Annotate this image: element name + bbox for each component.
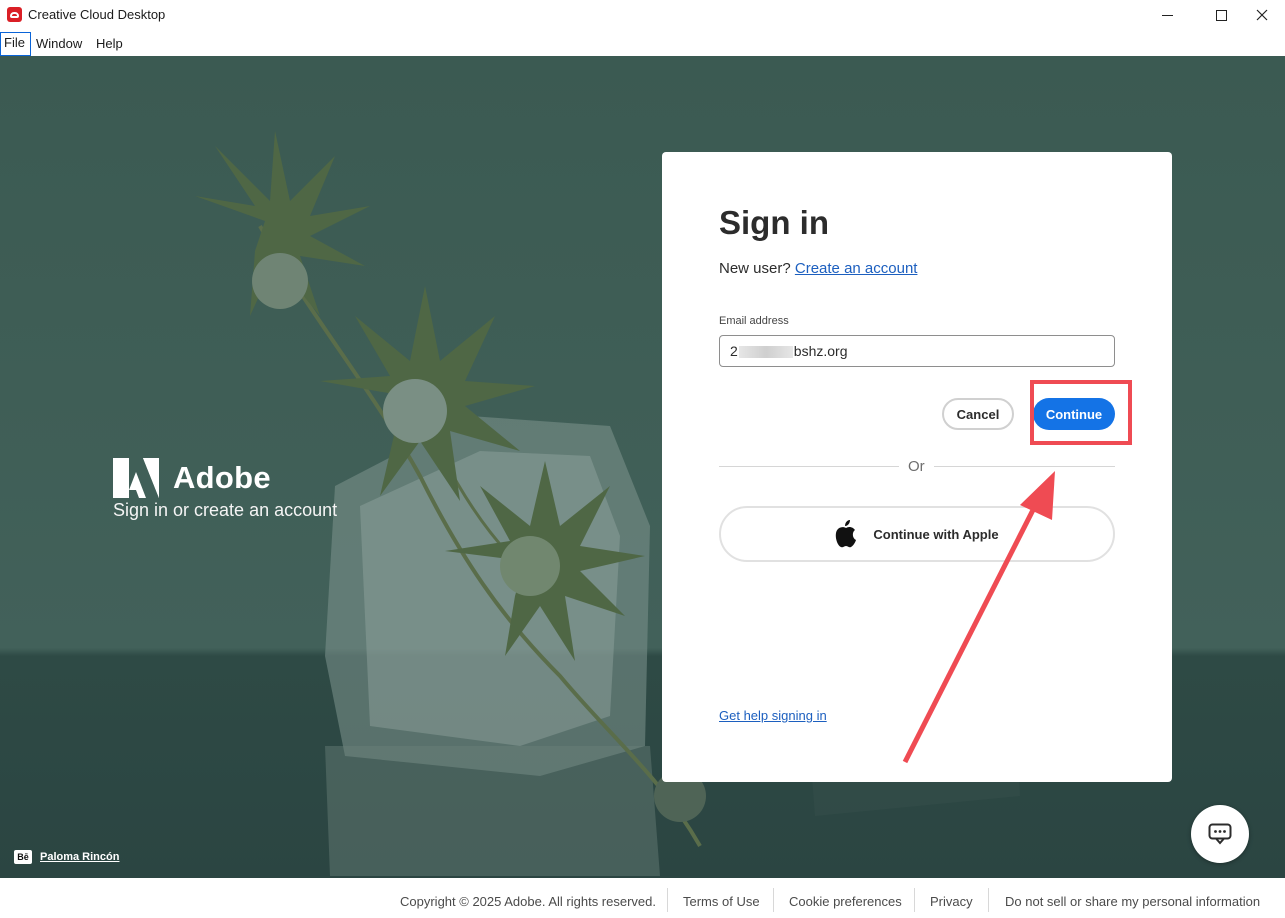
menu-bar xyxy=(0,30,1285,56)
photo-credit: Bē Paloma Rincón xyxy=(14,850,119,864)
footer-divider xyxy=(914,888,915,912)
cancel-button[interactable]: Cancel xyxy=(942,398,1014,430)
chat-icon xyxy=(1208,823,1232,845)
adobe-brand: Adobe xyxy=(113,458,271,498)
menu-help[interactable]: Help xyxy=(93,34,126,56)
new-user-text: New user? xyxy=(719,260,791,277)
redacted-blur xyxy=(738,346,793,359)
photo-credit-link[interactable]: Paloma Rincón xyxy=(40,851,119,863)
minimize-icon xyxy=(1161,14,1173,16)
brand-tagline: Sign in or create an account xyxy=(113,500,338,520)
behance-icon: Bē xyxy=(14,850,32,864)
menu-window[interactable]: Window xyxy=(33,34,85,56)
divider-right xyxy=(934,466,1115,467)
close-button[interactable] xyxy=(1239,0,1285,30)
footer-divider xyxy=(988,888,989,912)
maximize-button[interactable] xyxy=(1198,0,1244,30)
or-separator: Or xyxy=(908,458,925,475)
new-user-prompt: New user? Create an account xyxy=(719,260,917,277)
menu-file[interactable]: File xyxy=(0,32,31,56)
terms-link[interactable]: Terms of Use xyxy=(683,894,760,909)
footer-divider xyxy=(773,888,774,912)
close-icon xyxy=(1256,9,1268,21)
email-label: Email address xyxy=(719,315,789,327)
footer-divider xyxy=(667,888,668,912)
apple-button-label: Continue with Apple xyxy=(873,526,999,542)
do-not-sell-link[interactable]: Do not sell or share my personal informa… xyxy=(1005,894,1260,909)
creative-cloud-icon xyxy=(7,7,22,22)
maximize-icon xyxy=(1215,9,1227,21)
page-title: Sign in xyxy=(719,204,829,241)
window-title: Creative Cloud Desktop xyxy=(28,7,166,22)
email-field[interactable]: 2 bshz.org xyxy=(719,335,1115,367)
copyright-text: Copyright © 2025 Adobe. All rights reser… xyxy=(400,894,657,909)
create-account-link[interactable]: Create an account xyxy=(795,260,918,277)
email-value-suffix: bshz.org xyxy=(793,343,848,359)
annotation-highlight-box xyxy=(1030,380,1132,445)
adobe-logo-icon xyxy=(113,458,159,498)
apple-icon xyxy=(836,520,857,548)
minimize-button[interactable] xyxy=(1144,0,1190,30)
footer: Copyright © 2025 Adobe. All rights reser… xyxy=(0,878,1285,918)
help-signing-in-link[interactable]: Get help signing in xyxy=(719,708,827,723)
divider-left xyxy=(719,466,899,467)
email-value-prefix: 2 xyxy=(730,343,738,359)
sign-in-card: Sign in New user? Create an account Emai… xyxy=(662,152,1172,782)
cookie-preferences-link[interactable]: Cookie preferences xyxy=(789,894,902,909)
adobe-wordmark: Adobe xyxy=(173,460,271,495)
continue-with-apple-button[interactable]: Continue with Apple xyxy=(719,506,1115,562)
privacy-link[interactable]: Privacy xyxy=(930,894,973,909)
chat-button[interactable] xyxy=(1191,805,1249,863)
title-bar: Creative Cloud Desktop xyxy=(0,0,1285,30)
